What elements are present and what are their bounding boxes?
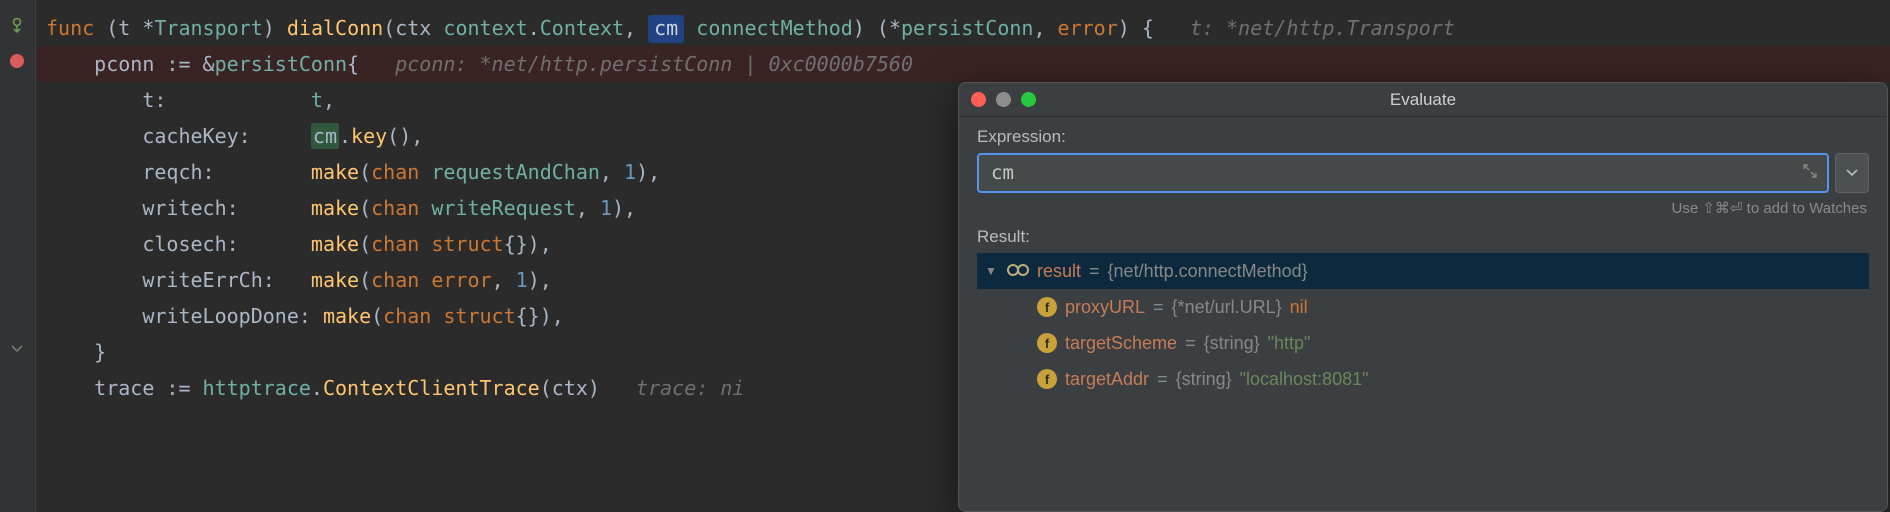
result-tree[interactable]: ▼ result = {net/http.connectMethod}f pro…: [977, 253, 1869, 397]
expression-input[interactable]: cm: [977, 153, 1829, 193]
evaluate-dialog: Evaluate Expression: cm Use ⇧⌘⏎ to add t…: [958, 82, 1888, 512]
result-root-row[interactable]: ▼ result = {net/http.connectMethod}: [977, 253, 1869, 289]
fold-icon[interactable]: [6, 338, 28, 360]
expression-label: Expression:: [977, 127, 1869, 147]
result-label: Result:: [977, 227, 1869, 247]
expand-icon[interactable]: [1803, 164, 1817, 182]
expression-value: cm: [991, 162, 1014, 184]
breakpoint-icon[interactable]: [6, 50, 28, 72]
result-field-row[interactable]: f targetAddr = {string} "localhost:8081": [977, 361, 1869, 397]
result-field-row[interactable]: f targetScheme = {string} "http": [977, 325, 1869, 361]
editor-gutter: [0, 0, 36, 512]
field-icon: f: [1037, 297, 1057, 317]
history-dropdown-button[interactable]: [1835, 153, 1869, 193]
chevron-down-icon[interactable]: ▼: [985, 264, 999, 278]
field-icon: f: [1037, 333, 1057, 353]
code-line[interactable]: func (t *Transport) dialConn(ctx context…: [36, 10, 1890, 46]
dialog-titlebar[interactable]: Evaluate: [959, 83, 1887, 117]
watches-hint: Use ⇧⌘⏎ to add to Watches: [977, 193, 1869, 227]
code-line[interactable]: pconn := &persistConn{ pconn: *net/http.…: [36, 46, 1890, 82]
object-icon: [1007, 261, 1029, 282]
dialog-title: Evaluate: [959, 90, 1887, 110]
implements-icon[interactable]: [6, 14, 28, 36]
field-icon: f: [1037, 369, 1057, 389]
result-field-row[interactable]: f proxyURL = {*net/url.URL} nil: [977, 289, 1869, 325]
